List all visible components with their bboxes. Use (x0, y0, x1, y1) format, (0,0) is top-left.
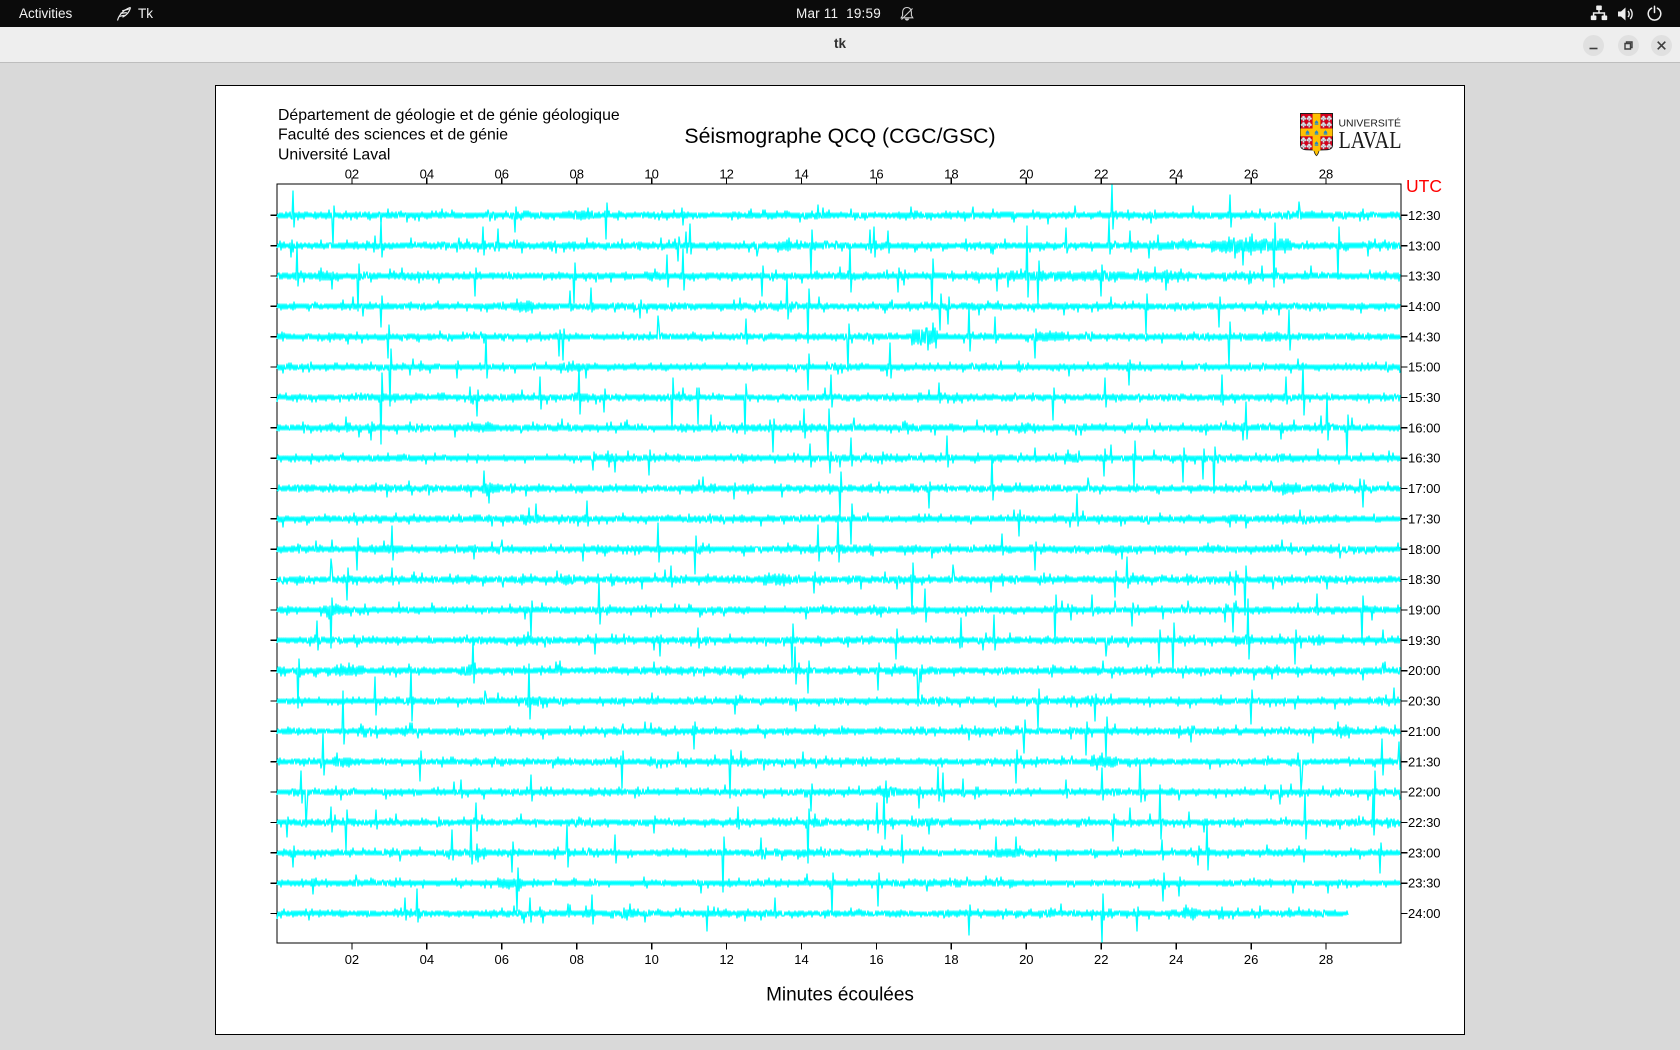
svg-text:Département de géologie et de: Département de géologie et de génie géol… (278, 107, 620, 124)
svg-text:24: 24 (1169, 952, 1183, 967)
svg-text:02: 02 (345, 952, 359, 967)
svg-text:08: 08 (569, 952, 583, 967)
svg-text:06: 06 (495, 952, 509, 967)
svg-text:17:00: 17:00 (1408, 481, 1441, 496)
svg-text:04: 04 (420, 952, 434, 967)
svg-text:13:30: 13:30 (1408, 269, 1441, 284)
svg-text:22: 22 (1094, 952, 1108, 967)
svg-text:20:30: 20:30 (1408, 694, 1441, 709)
svg-text:22: 22 (1094, 167, 1108, 182)
svg-text:17:30: 17:30 (1408, 511, 1441, 526)
svg-text:14: 14 (794, 167, 808, 182)
svg-text:12:30: 12:30 (1408, 208, 1441, 223)
svg-text:26: 26 (1244, 167, 1258, 182)
svg-text:21:30: 21:30 (1408, 754, 1441, 769)
svg-text:18: 18 (944, 167, 958, 182)
svg-text:12: 12 (719, 167, 733, 182)
svg-text:16: 16 (869, 952, 883, 967)
svg-text:10: 10 (644, 167, 658, 182)
svg-text:Faculté des sciences et de gén: Faculté des sciences et de génie (278, 127, 508, 144)
svg-text:08: 08 (569, 167, 583, 182)
svg-text:18:30: 18:30 (1408, 572, 1441, 587)
svg-text:02: 02 (345, 167, 359, 182)
svg-text:19:00: 19:00 (1408, 603, 1441, 618)
svg-text:23:00: 23:00 (1408, 845, 1441, 860)
svg-text:04: 04 (420, 167, 434, 182)
svg-text:21:00: 21:00 (1408, 724, 1441, 739)
svg-text:20: 20 (1019, 952, 1033, 967)
svg-text:18: 18 (944, 952, 958, 967)
svg-text:Université Laval: Université Laval (278, 146, 390, 163)
svg-text:15:30: 15:30 (1408, 390, 1441, 405)
svg-text:Minutes écoulées: Minutes écoulées (766, 985, 914, 1006)
svg-text:13:00: 13:00 (1408, 238, 1441, 253)
svg-text:19:30: 19:30 (1408, 633, 1441, 648)
svg-text:14: 14 (794, 952, 808, 967)
svg-text:18:00: 18:00 (1408, 542, 1441, 557)
svg-text:06: 06 (495, 167, 509, 182)
svg-text:UTC: UTC (1406, 176, 1442, 196)
svg-text:14:30: 14:30 (1408, 329, 1441, 344)
svg-text:22:00: 22:00 (1408, 785, 1441, 800)
svg-text:28: 28 (1319, 952, 1333, 967)
svg-text:20:00: 20:00 (1408, 663, 1441, 678)
svg-text:20: 20 (1019, 167, 1033, 182)
svg-text:16:00: 16:00 (1408, 420, 1441, 435)
svg-text:12: 12 (719, 952, 733, 967)
svg-text:24: 24 (1169, 167, 1183, 182)
svg-text:24:00: 24:00 (1408, 906, 1441, 921)
svg-text:22:30: 22:30 (1408, 815, 1441, 830)
svg-text:14:00: 14:00 (1408, 299, 1441, 314)
svg-text:10: 10 (644, 952, 658, 967)
svg-text:LAVAL: LAVAL (1339, 128, 1402, 154)
svg-text:23:30: 23:30 (1408, 876, 1441, 891)
svg-text:28: 28 (1319, 167, 1333, 182)
svg-text:16: 16 (869, 167, 883, 182)
svg-text:16:30: 16:30 (1408, 451, 1441, 466)
svg-text:26: 26 (1244, 952, 1258, 967)
svg-text:Séismographe QCQ (CGC/GSC): Séismographe QCQ (CGC/GSC) (684, 124, 995, 148)
svg-text:15:00: 15:00 (1408, 360, 1441, 375)
